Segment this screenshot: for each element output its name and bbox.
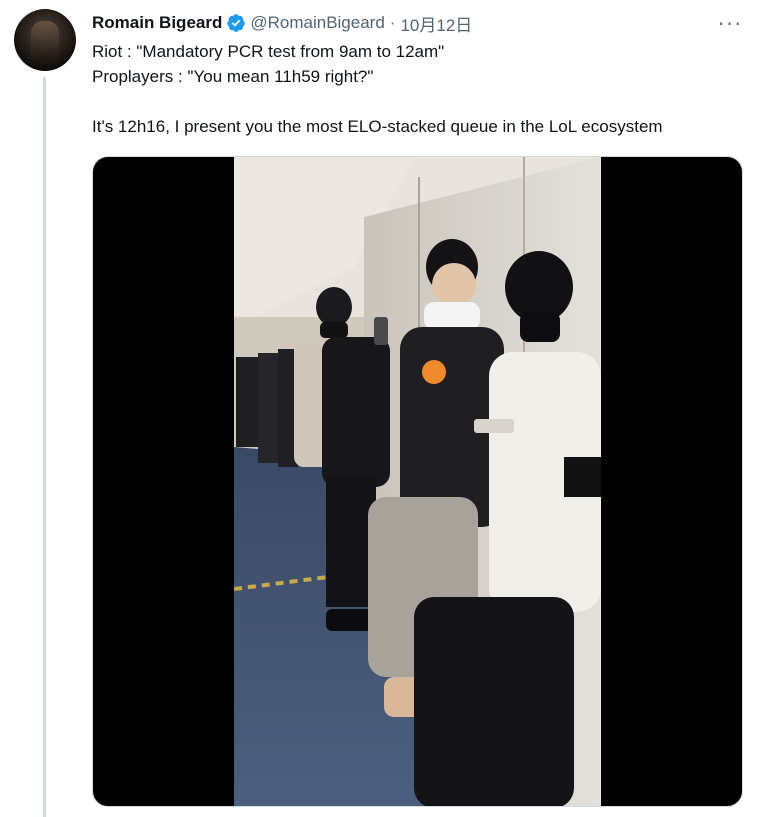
tweet-date[interactable]: 10月12日: [400, 11, 472, 36]
tweet[interactable]: Romain Bigeard @RomainBigeard · 10月12日 ·…: [0, 0, 757, 817]
tweet-text: Riot : "Mandatory PCR test from 9am to 1…: [92, 39, 747, 139]
video-frame: [234, 157, 601, 806]
tweet-line: Riot : "Mandatory PCR test from 9am to 1…: [92, 42, 445, 61]
video-media[interactable]: [92, 156, 743, 807]
avatar-figure: [31, 21, 59, 61]
handle[interactable]: @RomainBigeard: [250, 13, 384, 33]
separator-dot: ·: [389, 13, 396, 32]
display-name[interactable]: Romain Bigeard: [92, 13, 222, 33]
tweet-line: Proplayers : "You mean 11h59 right?": [92, 67, 374, 86]
tweet-header: Romain Bigeard @RomainBigeard · 10月12日: [92, 11, 472, 35]
avatar[interactable]: [14, 9, 76, 71]
thread-line: [43, 77, 46, 817]
more-options-icon[interactable]: ···: [714, 9, 746, 37]
verified-badge-icon: [227, 14, 246, 32]
tweet-line: It's 12h16, I present you the most ELO-s…: [92, 117, 663, 136]
